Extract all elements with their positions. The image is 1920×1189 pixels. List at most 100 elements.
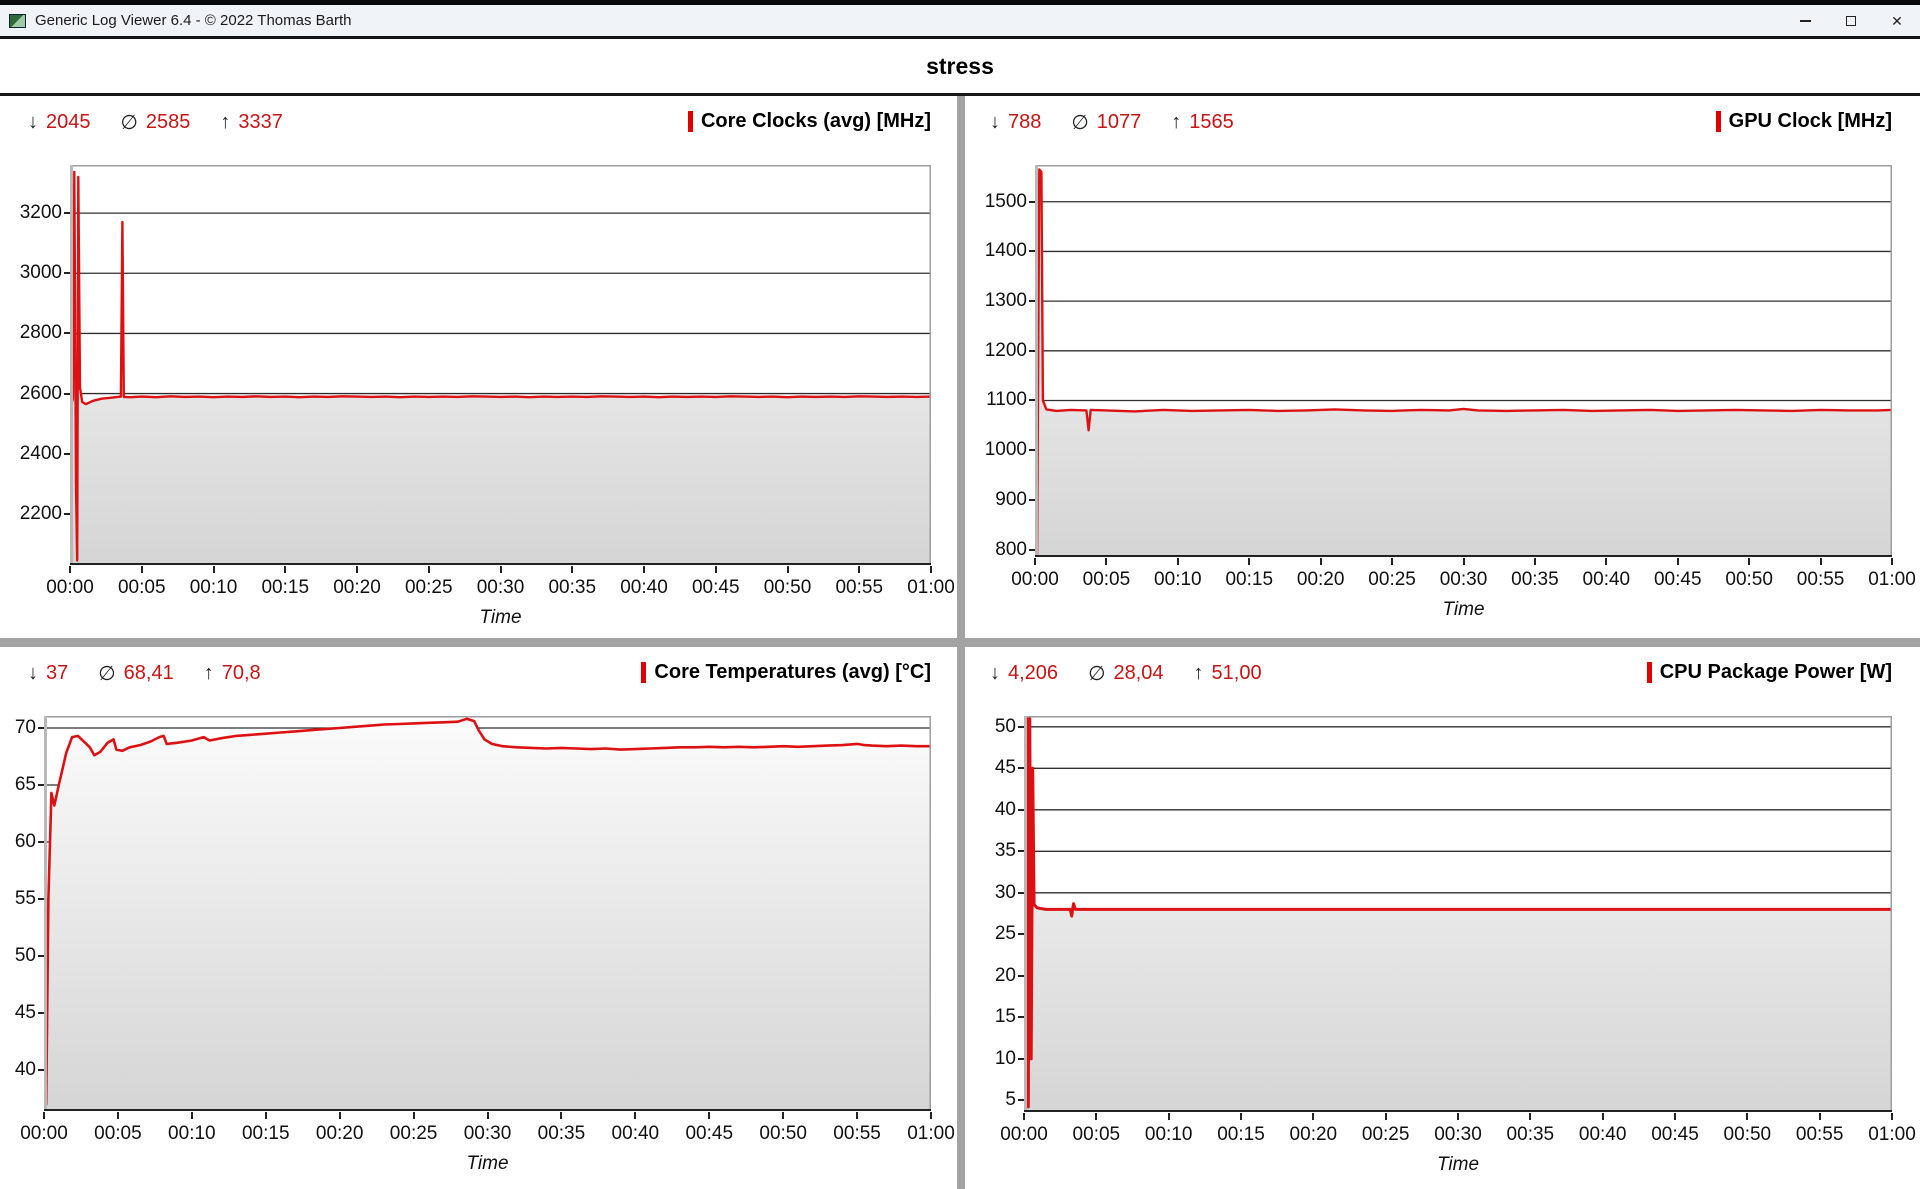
x-axis-tick-value: 00:35: [1511, 569, 1559, 591]
chart-legend: CPU Package Power [W]: [1647, 661, 1892, 684]
x-axis-tick-value: 00:50: [1724, 1124, 1772, 1146]
avg-symbol-icon: ∅: [98, 661, 115, 686]
minimize-button[interactable]: [1782, 5, 1828, 36]
x-axis-tick-value: 00:50: [764, 577, 812, 599]
y-axis-tick-value: 65: [15, 774, 36, 796]
y-axis: 320030002800260024002200: [0, 165, 70, 565]
titlebar-border: [0, 36, 1920, 39]
x-axis-tick-mark: [560, 1112, 562, 1119]
x-axis-labels: 00:0000:0500:1000:1500:2000:2500:3000:35…: [1024, 1124, 1892, 1148]
x-axis-tick-value: 00:45: [685, 1123, 733, 1145]
chart-stats: ↓2045 ∅2585 ↑3337: [28, 110, 283, 135]
max-arrow-icon: ↑: [204, 662, 214, 685]
max-arrow-icon: ↑: [1171, 111, 1181, 134]
window-controls: ✕: [1782, 5, 1920, 36]
y-axis-label: 35: [995, 838, 1024, 864]
x-axis-tick-mark: [1385, 1113, 1387, 1120]
stat-avg: ∅28,04: [1088, 661, 1163, 686]
plot-area[interactable]: [44, 716, 931, 1111]
x-axis-tick-value: 00:25: [405, 577, 453, 599]
min-arrow-icon: ↓: [28, 111, 38, 134]
x-axis-tick-mark: [500, 566, 502, 573]
x-axis-tick-value: 00:40: [620, 577, 668, 599]
x-axis-labels: 00:0000:0500:1000:1500:2000:2500:3000:35…: [70, 577, 931, 601]
maximize-button[interactable]: [1828, 5, 1874, 36]
app-window: Generic Log Viewer 6.4 - © 2022 Thomas B…: [0, 0, 1920, 1189]
panel-divider-horizontal: [0, 638, 1920, 647]
x-axis-tick-mark: [856, 1112, 858, 1119]
x-axis-tick-mark: [643, 566, 645, 573]
y-axis-tick-value: 50: [995, 716, 1016, 738]
y-axis-label: 70: [15, 715, 44, 741]
y-axis-tick-value: 3000: [20, 262, 62, 284]
close-icon: ✕: [1891, 14, 1903, 28]
y-axis-label: 900: [995, 487, 1035, 513]
x-axis-tick-mark: [1602, 1113, 1604, 1120]
y-axis-tick-value: 800: [995, 539, 1027, 561]
x-axis-tick-mark: [1168, 1113, 1170, 1120]
stat-min: ↓4,206: [990, 662, 1058, 685]
y-axis-tick-value: 15: [995, 1006, 1016, 1028]
x-axis-tick-value: 00:00: [1000, 1124, 1048, 1146]
x-axis-tick-value: 00:25: [1368, 569, 1416, 591]
y-axis-label: 2200: [20, 501, 70, 527]
y-axis-tick-value: 35: [995, 840, 1016, 862]
y-axis-label: 1300: [985, 288, 1035, 314]
x-axis-tick-mark: [356, 566, 358, 573]
stat-min: ↓37: [28, 662, 68, 685]
x-axis-tick-value: 00:15: [261, 577, 309, 599]
x-axis-tick-mark: [1320, 558, 1322, 565]
x-axis-tick-mark: [1534, 558, 1536, 565]
x-axis-tick-value: 00:15: [1217, 1124, 1265, 1146]
x-axis-tick-value: 00:20: [316, 1123, 364, 1145]
stat-max: ↑1565: [1171, 111, 1234, 134]
chart-header: ↓788 ∅1077 ↑1565 GPU Clock [MHz]: [965, 110, 1920, 142]
x-axis-tick-mark: [1746, 1113, 1748, 1120]
x-axis-tick-value: 00:30: [477, 577, 525, 599]
x-axis-tick-mark: [339, 1112, 341, 1119]
y-axis-tick-value: 60: [15, 831, 36, 853]
titlebar[interactable]: Generic Log Viewer 6.4 - © 2022 Thomas B…: [0, 5, 1920, 36]
plot-area[interactable]: [70, 165, 931, 565]
max-arrow-icon: ↑: [1194, 662, 1204, 685]
x-axis-tick-mark: [284, 566, 286, 573]
x-axis-tick-value: 00:20: [1297, 569, 1345, 591]
x-axis-tick-value: 00:55: [1797, 569, 1845, 591]
x-axis-tick-value: 00:40: [1579, 1124, 1627, 1146]
chart-title: CPU Package Power [W]: [1660, 661, 1892, 684]
plot-area[interactable]: [1035, 165, 1892, 557]
x-axis-tick-mark: [487, 1112, 489, 1119]
x-axis-tick-value: 00:45: [692, 577, 740, 599]
y-axis-tick-value: 1500: [985, 191, 1027, 213]
chart-stats: ↓4,206 ∅28,04 ↑51,00: [990, 661, 1262, 686]
y-axis-tick-value: 2400: [20, 443, 62, 465]
x-axis-labels: 00:0000:0500:1000:1500:2000:2500:3000:35…: [44, 1123, 931, 1147]
x-axis-tick-mark: [1819, 1113, 1821, 1120]
legend-color-bar: [1647, 662, 1652, 683]
x-axis-ticks: [1024, 1113, 1892, 1121]
x-axis-tick-mark: [1312, 1113, 1314, 1120]
x-axis-tick-value: 00:05: [118, 577, 166, 599]
x-axis-tick-mark: [1457, 1113, 1459, 1120]
plot-area[interactable]: [1024, 716, 1892, 1112]
min-arrow-icon: ↓: [990, 662, 1000, 685]
stat-max: ↑51,00: [1194, 662, 1262, 685]
y-axis-tick-value: 900: [995, 489, 1027, 511]
y-axis-tick-value: 1300: [985, 290, 1027, 312]
y-axis-tick-value: 1200: [985, 340, 1027, 362]
y-axis-label: 50: [15, 943, 44, 969]
chart-panel-core-temperatures: ↓37 ∅68,41 ↑70,8 Core Temperatures (avg)…: [0, 647, 957, 1189]
chart-header: ↓37 ∅68,41 ↑70,8 Core Temperatures (avg)…: [0, 661, 957, 693]
x-axis-tick-value: 00:30: [1440, 569, 1488, 591]
y-axis-label: 60: [15, 829, 44, 855]
y-axis-label: 1000: [985, 437, 1035, 463]
x-axis-tick-mark: [1605, 558, 1607, 565]
y-axis: 5045403530252015105: [965, 716, 1024, 1112]
stat-avg: ∅2585: [121, 110, 191, 135]
x-axis-tick-mark: [265, 1112, 267, 1119]
window-title: Generic Log Viewer 6.4 - © 2022 Thomas B…: [35, 12, 352, 29]
x-axis-tick-mark: [141, 566, 143, 573]
close-button[interactable]: ✕: [1874, 5, 1920, 36]
y-axis-label: 1500: [985, 189, 1035, 215]
x-axis-tick-value: 00:10: [1154, 569, 1202, 591]
